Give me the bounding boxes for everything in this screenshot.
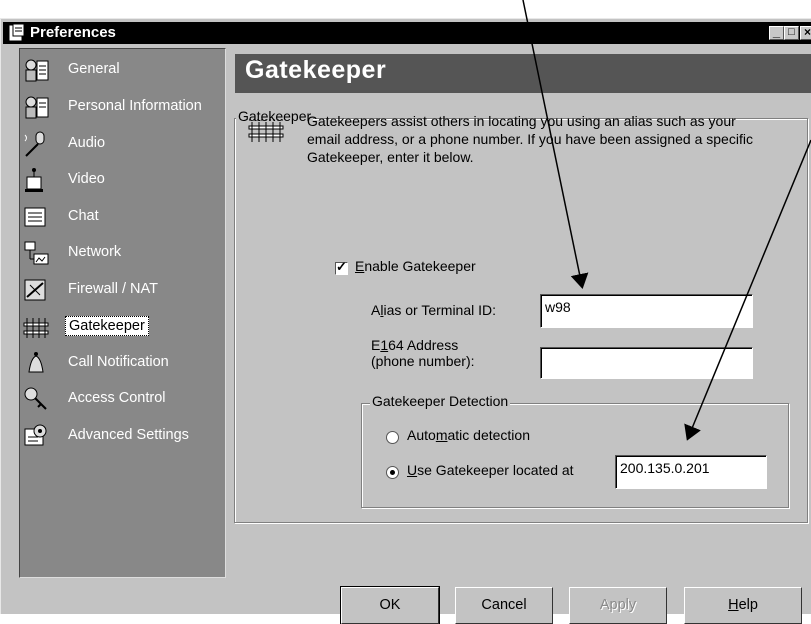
- sidebar-item-label: Personal Information: [68, 98, 202, 114]
- preferences-window: Preferences _ □ × General Personal Infor…: [0, 18, 811, 624]
- sidebar-item-label: Video: [68, 171, 105, 187]
- general-icon: [25, 59, 49, 82]
- sidebar-item-label: Audio: [68, 135, 106, 151]
- close-button[interactable]: ×: [800, 25, 811, 40]
- sidebar-item-advanced-settings[interactable]: Advanced Settings: [22, 421, 222, 451]
- use-gatekeeper-radio[interactable]: [386, 466, 399, 479]
- sidebar-item-label: Firewall / NAT: [68, 281, 158, 297]
- maximize-icon: □: [788, 26, 795, 38]
- auto-detection-label[interactable]: Automatic detection: [407, 427, 530, 443]
- minimize-button[interactable]: _: [769, 24, 784, 40]
- sidebar-item-label: Access Control: [68, 390, 166, 406]
- sidebar-item-general[interactable]: General: [22, 55, 222, 85]
- use-gatekeeper-label[interactable]: Use Gatekeeper located at: [407, 462, 574, 478]
- key-icon: [24, 387, 47, 410]
- e164-input[interactable]: [540, 347, 753, 379]
- sidebar-item-gatekeeper[interactable]: Gatekeeper: [22, 311, 222, 341]
- firewall-icon: [24, 279, 46, 301]
- gatekeeper-icon: [248, 119, 284, 142]
- apply-button[interactable]: Apply: [569, 587, 667, 624]
- sidebar-item-call-notification[interactable]: Call Notification: [22, 348, 222, 378]
- sidebar-item-audio[interactable]: Audio: [22, 129, 222, 159]
- sidebar-item-network[interactable]: Network: [22, 238, 222, 268]
- window-title: Preferences: [30, 24, 116, 41]
- sidebar-item-label: Advanced Settings: [68, 427, 189, 443]
- settings-panel: Gatekeeper Gatekeeper Gatekeepers assist…: [231, 48, 811, 578]
- title-bar[interactable]: Preferences _ □ ×: [3, 22, 811, 44]
- bell-icon: [28, 352, 44, 373]
- cancel-button[interactable]: Cancel: [455, 587, 553, 624]
- category-sidebar: General Personal Information Audio Video…: [19, 48, 226, 578]
- sidebar-item-label: Chat: [68, 208, 99, 224]
- sidebar-item-personal-information[interactable]: Personal Information: [22, 92, 222, 122]
- detection-group-label: Gatekeeper Detection: [370, 393, 511, 409]
- app-icon: [9, 24, 25, 41]
- gatekeeper-address-input[interactable]: 200.135.0.201: [615, 455, 767, 489]
- microphone-icon: [24, 131, 45, 157]
- e164-label: E164 Address (phone number):: [371, 337, 475, 369]
- sidebar-item-label: Network: [68, 244, 122, 260]
- sidebar-item-chat[interactable]: Chat: [22, 202, 222, 232]
- auto-detection-radio[interactable]: [386, 431, 399, 444]
- enable-gatekeeper-label[interactable]: Enable Gatekeeper: [355, 258, 476, 274]
- gatekeeper-description: Gatekeepers assist others in locating yo…: [307, 113, 753, 165]
- close-icon: ×: [803, 25, 811, 39]
- help-button[interactable]: Help: [684, 587, 802, 624]
- personal-info-icon: [25, 96, 49, 119]
- maximize-button[interactable]: □: [784, 26, 799, 40]
- sidebar-item-firewall[interactable]: Firewall / NAT: [22, 275, 222, 305]
- alias-label: Alias or Terminal ID:: [371, 302, 497, 318]
- radio-dot-icon: [390, 470, 395, 475]
- enable-gatekeeper-checkbox[interactable]: ✓: [335, 259, 348, 275]
- sidebar-item-label: Gatekeeper: [65, 316, 149, 336]
- sidebar-item-label: General: [68, 61, 120, 77]
- network-icon: [24, 241, 49, 265]
- alias-input[interactable]: w98: [540, 294, 753, 328]
- gatekeeper-icon: [23, 318, 49, 338]
- panel-header: Gatekeeper: [235, 54, 811, 93]
- checkmark-icon: ✓: [336, 259, 347, 274]
- camera-icon: [25, 168, 43, 192]
- page-title: Gatekeeper: [245, 56, 387, 84]
- chat-icon: [24, 207, 46, 227]
- settings-icon: [24, 424, 47, 446]
- sidebar-item-video[interactable]: Video: [22, 165, 222, 195]
- minimize-icon: _: [772, 24, 781, 39]
- ok-button[interactable]: OK: [340, 586, 440, 624]
- sidebar-item-label: Call Notification: [68, 354, 169, 370]
- sidebar-item-access-control[interactable]: Access Control: [22, 384, 222, 414]
